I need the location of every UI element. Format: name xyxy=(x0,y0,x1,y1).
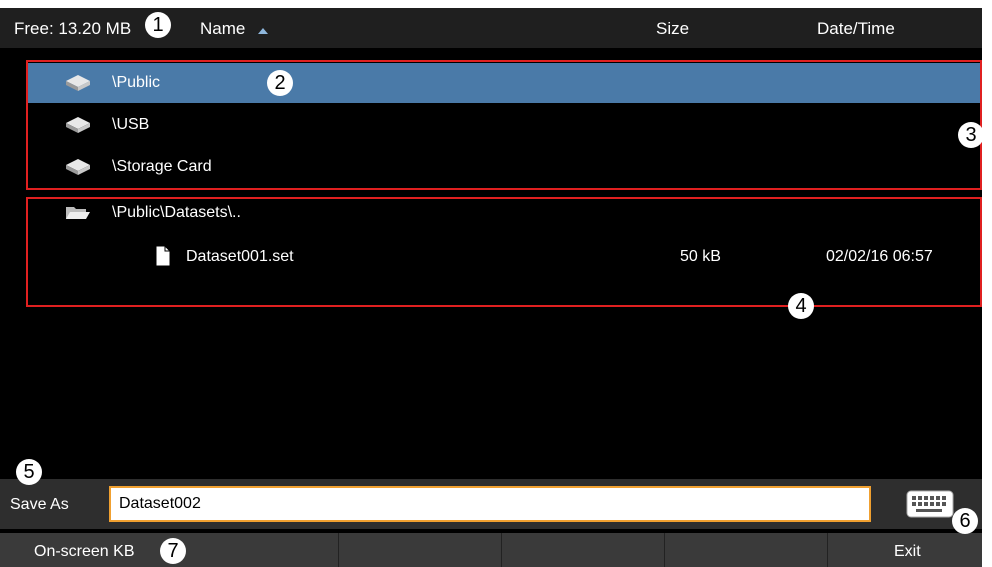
exit-softkey[interactable]: Exit xyxy=(828,533,982,567)
top-margin xyxy=(0,0,992,8)
save-as-label: Save As xyxy=(10,496,69,513)
keyboard-icon[interactable] xyxy=(906,490,954,523)
sort-ascending-icon xyxy=(258,28,268,34)
save-as-input[interactable]: Dataset002 xyxy=(109,486,871,522)
onscreen-kb-label: On-screen KB xyxy=(34,543,135,560)
exit-label: Exit xyxy=(894,543,921,560)
callout-7: 7 xyxy=(160,538,186,564)
save-as-bar: Save As Dataset002 xyxy=(0,479,982,529)
column-name-header[interactable]: Name xyxy=(200,19,245,39)
folder-highlight-box xyxy=(26,197,982,307)
drives-highlight-box xyxy=(26,60,982,190)
callout-1: 1 xyxy=(145,12,171,38)
callout-2: 2 xyxy=(267,70,293,96)
column-datetime-header[interactable]: Date/Time xyxy=(817,19,895,39)
softkey-blank-2[interactable] xyxy=(502,533,665,567)
right-margin xyxy=(982,0,992,567)
callout-5: 5 xyxy=(16,459,42,485)
callout-6: 6 xyxy=(952,508,978,534)
column-size-header[interactable]: Size xyxy=(656,19,689,39)
callout-4: 4 xyxy=(788,293,814,319)
softkey-blank-1[interactable] xyxy=(339,533,502,567)
free-space-label: Free: 13.20 MB xyxy=(14,19,132,38)
callout-3: 3 xyxy=(958,122,984,148)
file-manager-screen: Free: 13.20 MB Name Size Date/Time \Publ… xyxy=(0,0,992,567)
softkey-blank-3[interactable] xyxy=(665,533,828,567)
softkey-bar: On-screen KB Exit xyxy=(0,533,982,567)
